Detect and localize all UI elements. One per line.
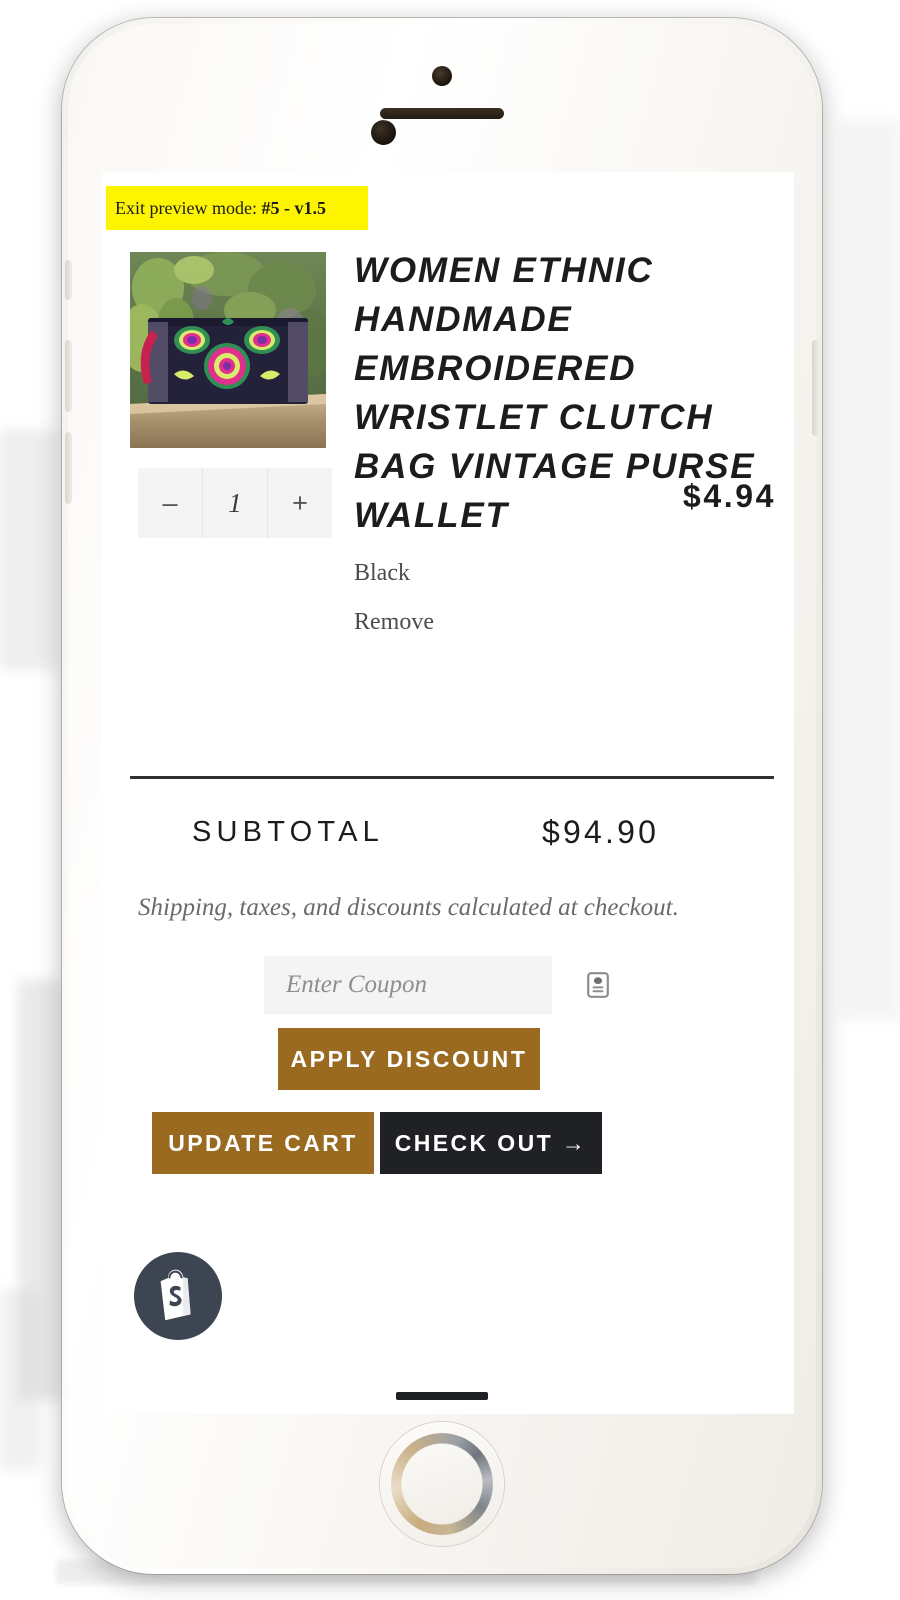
shopify-logo-badge[interactable] bbox=[134, 1252, 222, 1340]
proximity-sensor-icon bbox=[432, 66, 452, 86]
background-artifact bbox=[0, 1290, 40, 1470]
home-indicator-bar bbox=[396, 1392, 488, 1400]
quantity-value[interactable]: 1 bbox=[202, 468, 268, 538]
phone-bezel: Exit preview mode: #5 - v1.5 WOMEN ETHNI… bbox=[65, 24, 819, 1568]
remove-item-link[interactable]: Remove bbox=[354, 609, 778, 636]
subtotal-label: SUBTOTAL bbox=[192, 816, 385, 848]
cart-divider bbox=[130, 776, 774, 779]
power-button[interactable] bbox=[812, 340, 819, 436]
coupon-input[interactable] bbox=[286, 971, 587, 999]
volume-down-button[interactable] bbox=[65, 432, 72, 504]
preview-banner-label: Exit preview mode: bbox=[115, 197, 257, 218]
check-out-button[interactable]: CHECK OUT → bbox=[380, 1112, 602, 1174]
earpiece-speaker bbox=[380, 108, 504, 119]
line-item-price: $4.94 bbox=[682, 478, 776, 514]
product-thumbnail[interactable] bbox=[130, 252, 326, 448]
home-button[interactable] bbox=[380, 1422, 504, 1546]
checkout-notice: Shipping, taxes, and discounts calculate… bbox=[138, 894, 679, 921]
quantity-stepper[interactable]: – 1 + bbox=[138, 468, 332, 538]
phone-screen: Exit preview mode: #5 - v1.5 WOMEN ETHNI… bbox=[102, 172, 794, 1414]
subtotal-value: $94.90 bbox=[542, 814, 660, 850]
apply-discount-button[interactable]: APPLY DISCOUNT bbox=[278, 1028, 540, 1090]
home-button-face bbox=[402, 1444, 482, 1524]
quantity-price-row: – 1 + $4.94 bbox=[130, 468, 778, 538]
quantity-decrement-button[interactable]: – bbox=[138, 468, 202, 538]
subtotal-row: SUBTOTAL $94.90 bbox=[130, 812, 774, 866]
phone-device-frame: Exit preview mode: #5 - v1.5 WOMEN ETHNI… bbox=[62, 18, 822, 1574]
product-info: WOMEN ETHNIC HANDMADE EMBROIDERED WRISTL… bbox=[354, 246, 778, 636]
preview-banner-text: Exit preview mode: #5 - v1.5 bbox=[115, 198, 326, 219]
coupon-field-wrapper[interactable] bbox=[264, 956, 609, 1014]
shopify-bag-icon bbox=[155, 1269, 201, 1323]
update-cart-button[interactable]: UPDATE CART bbox=[152, 1112, 374, 1174]
preview-banner-version: #5 - v1.5 bbox=[261, 197, 326, 218]
front-camera-icon bbox=[371, 120, 396, 145]
coupon-tag-icon bbox=[587, 972, 609, 998]
volume-up-button[interactable] bbox=[65, 340, 72, 412]
quantity-increment-button[interactable]: + bbox=[268, 468, 332, 538]
mute-switch[interactable] bbox=[65, 260, 72, 300]
background-artifact bbox=[0, 430, 58, 670]
background-artifact bbox=[840, 120, 900, 1020]
exit-preview-banner[interactable]: Exit preview mode: #5 - v1.5 bbox=[106, 186, 368, 230]
product-variant: Black bbox=[354, 560, 410, 586]
